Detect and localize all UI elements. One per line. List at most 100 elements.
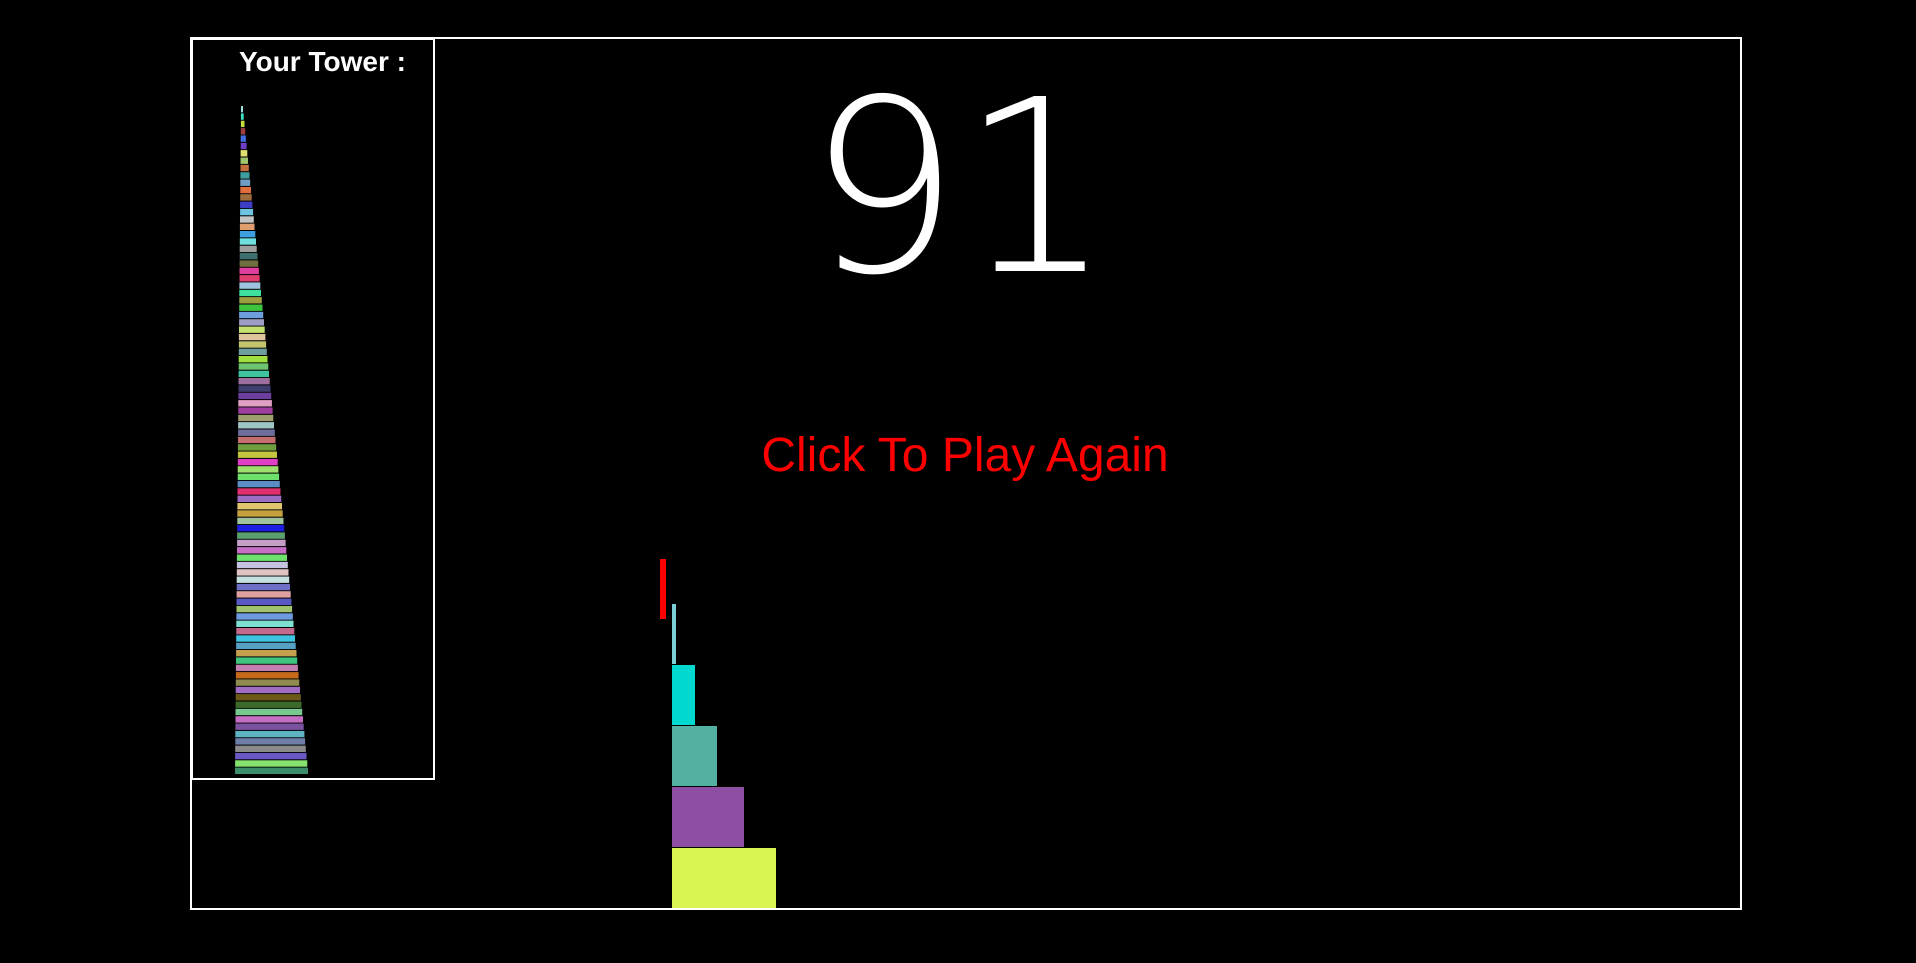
tower-block [236,569,289,576]
tower-block [239,245,257,253]
tower-block [240,186,251,194]
tower-block [235,745,306,752]
tower-block [236,642,296,650]
tower-block [237,458,278,466]
tower-block [236,598,292,605]
tower-block [239,267,259,275]
tower-block [239,238,256,245]
tower-block [238,407,273,414]
tower-block [237,525,285,532]
tower-block [237,503,282,510]
tower-block [237,480,280,488]
tower-preview [235,106,308,774]
tower-block [239,253,258,260]
tower-block [236,561,288,569]
tower-block [235,679,300,686]
tower-block [239,282,261,289]
stack-block [672,665,695,725]
tower-block [240,150,248,157]
tower-block [237,517,284,525]
stack-block [672,726,717,786]
tower-block [236,650,297,657]
tower-block [240,120,245,128]
tower-block [238,436,276,444]
tower-block [237,451,277,458]
tower-block [238,422,274,429]
tower-block [238,392,272,400]
tower-block [236,620,294,627]
tower-block [240,208,254,216]
tower-block [235,664,298,672]
tower-block [235,760,308,767]
tower-block [236,576,290,583]
play-again-button[interactable]: Click To Play Again [640,426,1290,486]
tower-block [240,128,246,135]
tower-block [237,510,283,517]
tower-block [237,488,281,495]
tower-block [238,333,266,341]
tower-block [239,260,259,267]
tower-block [238,348,267,355]
tower-block [238,363,269,370]
tower-block [236,613,293,620]
tower-block [237,473,280,480]
tower-block [240,179,251,186]
tower-block [236,657,298,664]
stack-block [672,848,776,908]
tower-block [235,716,303,723]
tower-block [236,591,291,598]
tower-block [239,223,255,230]
tower-block [235,767,308,774]
drop-indicator [660,559,666,619]
tower-block [238,370,269,378]
tower-block [240,113,244,120]
tower-block [237,532,285,539]
score-display: 91 [807,48,1113,328]
tower-block [239,231,256,238]
tower-block [235,686,300,694]
tower-block [238,356,268,363]
tower-block [239,304,263,311]
tower-block [236,554,287,561]
tower-block [239,311,264,319]
tower-block [236,635,295,642]
tower-block [237,547,287,554]
tower-block [235,738,306,745]
tower-block [240,172,250,179]
tower-block [235,730,305,738]
tower-block [238,341,267,348]
tower-block [239,319,264,326]
stack-block [672,787,744,847]
tower-block [240,142,247,150]
tower-block [235,708,303,716]
tower-block [238,378,270,385]
tower-block [239,326,265,333]
tower-block [240,201,253,208]
tower-block [239,297,262,304]
tower-block [237,539,286,547]
tower-block [241,106,243,113]
tower-block [240,164,249,172]
tower-block [240,216,254,223]
tower-block [236,583,290,591]
tower-block [237,444,277,451]
tower-block [240,135,246,142]
tower-block [240,194,252,201]
tower-block [235,672,299,679]
block-stack [672,604,776,908]
tower-block [238,400,272,407]
tower-block [239,275,260,282]
tower-block [237,495,282,502]
tower-block [239,289,261,297]
tower-title: Your Tower : [239,46,406,77]
tower-block [236,605,293,613]
tower-block [235,694,301,701]
tower-block [238,414,274,422]
tower-block [240,157,248,164]
tower-block [235,723,304,730]
stack-block [672,604,676,664]
tower-block [238,429,275,436]
tower-panel: Your Tower : [191,38,435,780]
tower-block [235,701,302,708]
tower-block [238,385,271,392]
